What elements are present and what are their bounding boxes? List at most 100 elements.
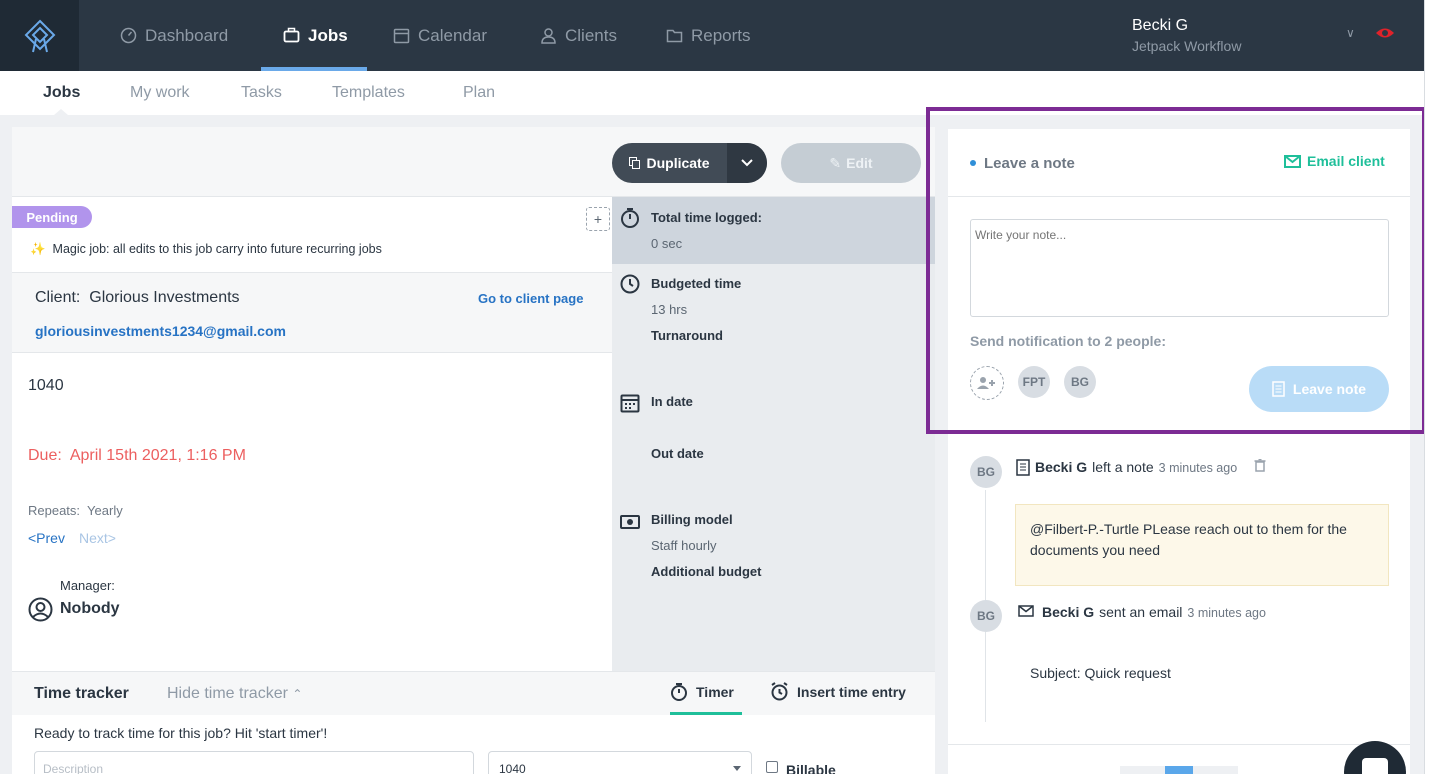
billing-model-label: Billing model [651, 512, 733, 527]
nav-clients[interactable]: Clients [540, 0, 617, 71]
logo-icon [24, 19, 55, 52]
go-to-client-link[interactable]: Go to client page [478, 291, 583, 306]
prev-job-link[interactable]: <Prev [28, 530, 65, 546]
briefcase-icon [283, 27, 300, 43]
activity-avatar: BG [970, 600, 1002, 632]
folder-icon [666, 29, 683, 43]
top-navbar: Dashboard Jobs Calendar Clients Reports … [0, 0, 1424, 71]
clock-icon [620, 274, 640, 294]
client-box: Client: Glorious Investments Go to clien… [12, 272, 612, 353]
chevron-down-icon[interactable]: ∨ [1346, 26, 1355, 40]
user-circle-icon [28, 597, 53, 622]
subtab-templates[interactable]: Templates [332, 84, 405, 102]
nav-dashboard-label: Dashboard [145, 25, 229, 45]
eye-icon[interactable] [1375, 25, 1395, 41]
subtab-jobs[interactable]: Jobs [43, 84, 80, 102]
subtab-active-caret [54, 109, 68, 115]
next-job-link[interactable]: Next> [79, 530, 116, 546]
alarm-clock-icon [771, 682, 788, 701]
timer-tab[interactable]: Timer [670, 682, 734, 702]
description-input[interactable]: Description [34, 751, 474, 774]
total-time-value: 0 sec [651, 236, 683, 251]
gauge-icon [120, 27, 137, 44]
nav-jobs[interactable]: Jobs [283, 0, 348, 71]
activity-user: Becki G [1035, 459, 1088, 475]
nav-dashboard[interactable]: Dashboard [120, 0, 228, 71]
edit-button[interactable]: ✎ Edit [781, 143, 921, 183]
activity-time: 3 minutes ago [1158, 461, 1238, 475]
due-date: Due: April 15th 2021, 1:16 PM [28, 447, 246, 465]
duplicate-button[interactable]: Duplicate [612, 143, 727, 183]
hide-time-tracker-label: Hide time tracker [167, 685, 288, 702]
total-time-row [612, 197, 935, 264]
app-logo[interactable] [0, 0, 79, 71]
status-badge[interactable]: Pending [12, 206, 92, 228]
window-scrollbar[interactable] [1424, 0, 1429, 774]
timer-tab-indicator [670, 712, 742, 715]
subtab-tasks[interactable]: Tasks [241, 84, 282, 102]
nav-reports[interactable]: Reports [666, 0, 751, 71]
highlight-frame [926, 107, 1426, 434]
subtab-plan[interactable]: Plan [463, 84, 495, 102]
total-time-label: Total time logged: [651, 210, 762, 225]
activity-item: Becki G sent an email 3 minutes ago [1018, 604, 1266, 620]
user-icon [541, 28, 556, 44]
job-toolbar: Duplicate ✎ Edit [12, 127, 935, 197]
activity-action: sent an email [1099, 604, 1183, 620]
chat-icon [1362, 758, 1388, 774]
time-tracker-prompt: Ready to track time for this job? Hit 's… [34, 725, 328, 741]
duplicate-label: Duplicate [646, 155, 710, 171]
client-name-value: Glorious Investments [89, 289, 240, 306]
panel-divider [948, 744, 1410, 745]
insert-time-entry-tab[interactable]: Insert time entry [770, 682, 906, 701]
repeats: Repeats: Yearly [28, 503, 123, 518]
user-org[interactable]: Jetpack Workflow [1132, 38, 1241, 54]
magic-job-note: ✨ Magic job: all edits to this job carry… [30, 242, 382, 257]
duplicate-button-group: Duplicate [612, 143, 767, 183]
nav-calendar[interactable]: Calendar [393, 0, 487, 71]
nav-calendar-label: Calendar [418, 25, 487, 45]
job-select[interactable]: 1040 [488, 751, 752, 774]
in-date-label: In date [651, 394, 693, 409]
job-select-value: 1040 [499, 762, 526, 774]
client-email-link[interactable]: gloriousinvestments1234@gmail.com [35, 323, 286, 339]
sparkle-icon: ✨ [30, 242, 46, 256]
job-name: 1040 [28, 377, 64, 394]
hide-time-tracker-toggle[interactable]: Hide time tracker ⌃ [167, 685, 302, 703]
repeats-label: Repeats: [28, 503, 81, 518]
edit-label: Edit [846, 155, 873, 171]
chevron-up-icon: ⌃ [292, 687, 303, 701]
chevron-down-icon [741, 159, 753, 167]
client-name: Client: Glorious Investments [35, 289, 240, 307]
calendar-icon [620, 394, 640, 413]
client-label: Client: [35, 289, 81, 306]
duplicate-dropdown-button[interactable] [727, 143, 767, 183]
nav-reports-label: Reports [691, 25, 751, 45]
repeats-value: Yearly [87, 503, 123, 518]
add-tag-button[interactable]: + [586, 207, 610, 231]
calendar-icon [393, 28, 410, 44]
turnaround-label: Turnaround [651, 328, 723, 343]
out-date-label: Out date [651, 446, 704, 461]
trash-icon[interactable] [1254, 459, 1266, 472]
magic-job-text: Magic job: all edits to this job carry i… [52, 242, 382, 256]
activity-item: Becki G left a note 3 minutes ago [1016, 459, 1266, 476]
billable-label: Billable [786, 762, 836, 774]
billable-checkbox[interactable] [766, 761, 778, 773]
timer-tab-label: Timer [696, 684, 734, 700]
manager-label: Manager: [60, 578, 115, 593]
nav-jobs-label: Jobs [308, 25, 348, 45]
time-tracker-header: Time tracker Hide time tracker ⌃ Timer I… [12, 671, 935, 715]
document-icon [1016, 459, 1030, 476]
user-name[interactable]: Becki G [1132, 17, 1188, 35]
envelope-icon [1018, 605, 1034, 617]
manager-value[interactable]: Nobody [60, 600, 120, 618]
budgeted-time-label: Budgeted time [651, 276, 742, 291]
due-value: April 15th 2021, 1:16 PM [69, 447, 246, 464]
subtab-my-work[interactable]: My work [130, 84, 190, 102]
budgeted-time-value: 13 hrs [651, 302, 688, 317]
caret-down-icon [733, 766, 741, 771]
copy-icon [629, 157, 641, 169]
pagination-active-page[interactable] [1165, 766, 1193, 774]
email-subject: Subject: Quick request [1030, 665, 1171, 681]
